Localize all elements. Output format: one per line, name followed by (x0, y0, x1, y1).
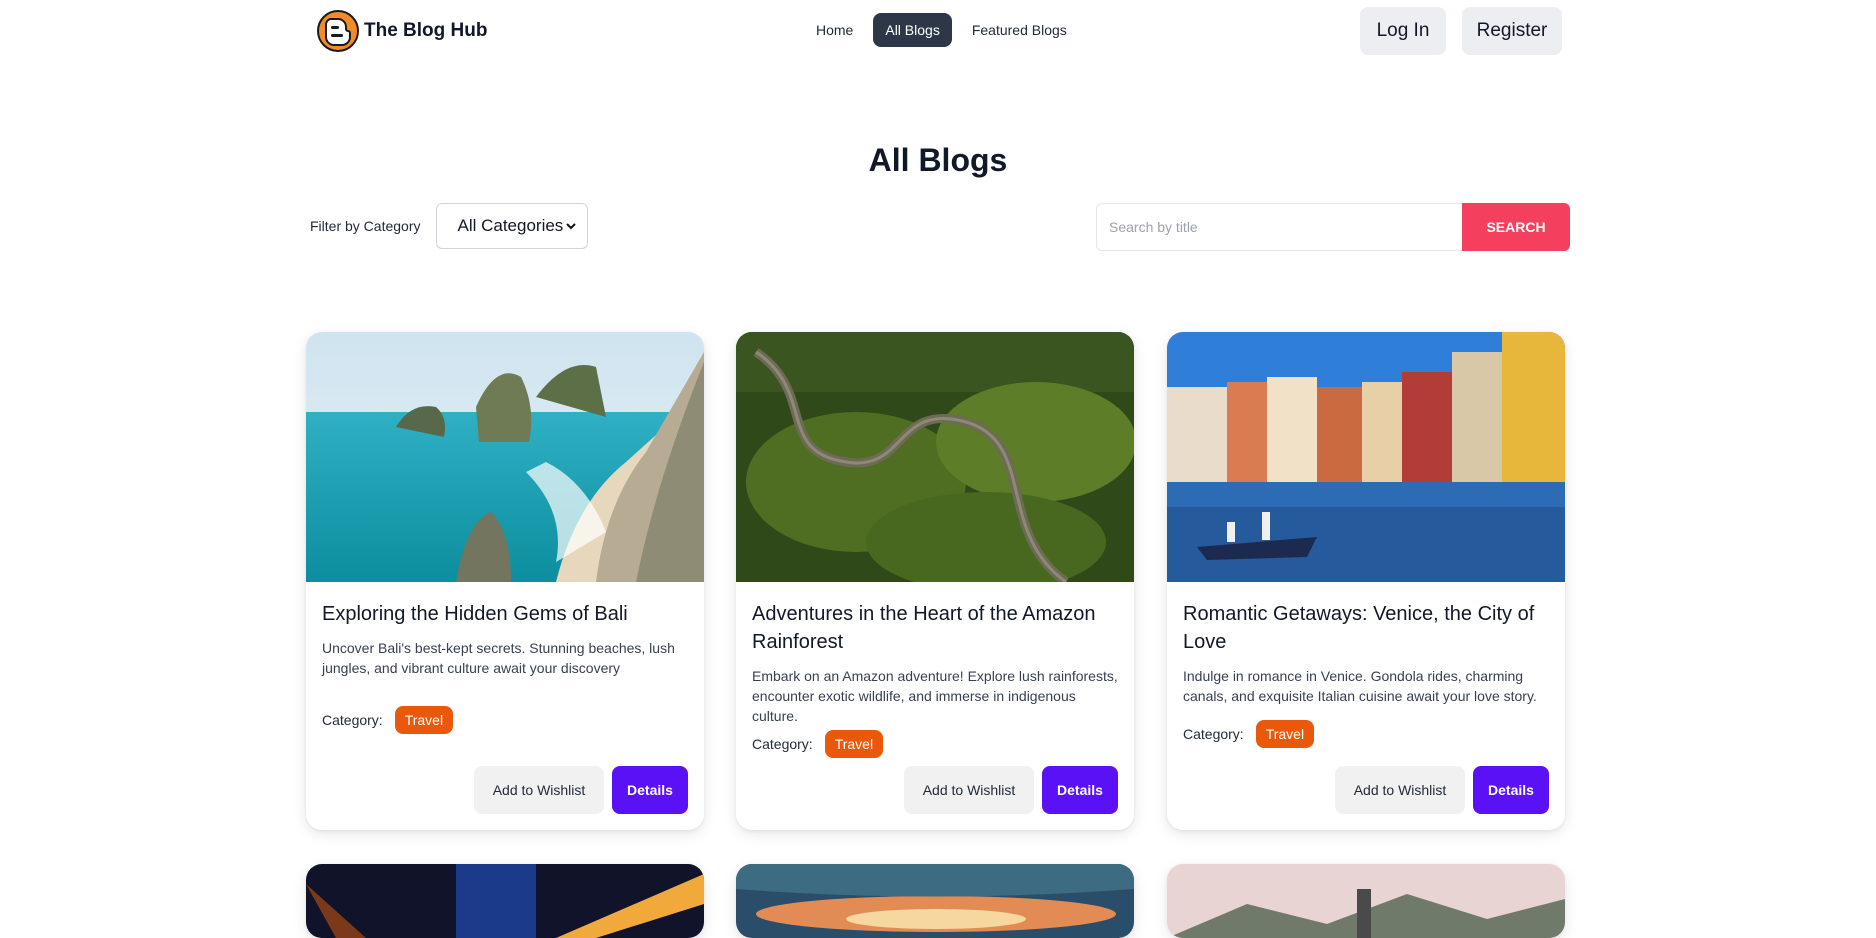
brand-logo[interactable]: The Blog Hub (316, 9, 487, 53)
card-category: Category: Travel (322, 706, 454, 734)
category-badge: Travel (394, 706, 454, 734)
brand-name: The Blog Hub (364, 20, 488, 41)
blog-card (736, 864, 1134, 938)
search-button[interactable]: SEARCH (1462, 203, 1570, 251)
category-label: Category: (1183, 726, 1244, 742)
card-title: Adventures in the Heart of the Amazon Ra… (752, 603, 1096, 653)
card-title: Exploring the Hidden Gems of Bali (322, 603, 628, 625)
page: The Blog Hub Home All Blogs Featured Blo… (0, 0, 1876, 938)
category-label: Category: (752, 736, 813, 752)
chevron-down-icon (566, 223, 577, 230)
details-button[interactable]: Details (612, 766, 688, 814)
nav-home[interactable]: Home (804, 13, 865, 47)
blog-card-image (1167, 332, 1565, 582)
card-title: Romantic Getaways: Venice, the City of L… (1183, 603, 1535, 653)
blog-card-image (736, 332, 1134, 582)
category-badge: Travel (824, 730, 884, 758)
card-body: Adventures in the Heart of the Amazon Ra… (752, 600, 1118, 726)
category-filter: Filter by Category All Categories (310, 203, 589, 249)
main-nav: Home All Blogs Featured Blogs (804, 13, 1079, 47)
blog-card (306, 864, 704, 938)
details-button[interactable]: Details (1473, 766, 1549, 814)
add-to-wishlist-button[interactable]: Add to Wishlist (474, 766, 604, 814)
blog-card-image (736, 864, 1134, 938)
blog-card: Adventures in the Heart of the Amazon Ra… (736, 332, 1134, 830)
nav-all-blogs[interactable]: All Blogs (873, 13, 952, 47)
card-description: Embark on an Amazon adventure! Explore l… (752, 668, 1118, 724)
search-bar: SEARCH (1096, 203, 1570, 251)
search-input[interactable] (1096, 203, 1462, 251)
blog-card-image (1167, 864, 1565, 938)
blog-card: Exploring the Hidden Gems of Bali Uncove… (306, 332, 704, 830)
blog-card-image (306, 864, 704, 938)
category-select[interactable]: All Categories (436, 203, 589, 249)
card-category: Category: Travel (752, 730, 884, 758)
login-button[interactable]: Log In (1360, 7, 1446, 55)
add-to-wishlist-button[interactable]: Add to Wishlist (904, 766, 1034, 814)
details-button[interactable]: Details (1042, 766, 1118, 814)
blog-card-image (306, 332, 704, 582)
card-body: Exploring the Hidden Gems of Bali Uncove… (322, 600, 688, 678)
category-badge: Travel (1255, 720, 1315, 748)
card-actions: Add to Wishlist Details (904, 766, 1118, 814)
card-category: Category: Travel (1183, 720, 1315, 748)
category-select-value: All Categories (457, 216, 564, 235)
page-title: All Blogs (868, 142, 1008, 178)
card-body: Romantic Getaways: Venice, the City of L… (1183, 600, 1549, 706)
card-description: Uncover Bali's best-kept secrets. Stunni… (322, 640, 675, 676)
blog-logo-icon (317, 10, 359, 52)
register-button[interactable]: Register (1462, 7, 1562, 55)
nav-featured-blogs[interactable]: Featured Blogs (960, 13, 1079, 47)
card-description: Indulge in romance in Venice. Gondola ri… (1183, 668, 1537, 704)
blog-card: Romantic Getaways: Venice, the City of L… (1167, 332, 1565, 830)
card-actions: Add to Wishlist Details (1335, 766, 1549, 814)
filter-label: Filter by Category (310, 218, 421, 234)
category-label: Category: (322, 712, 383, 728)
blog-card (1167, 864, 1565, 938)
card-actions: Add to Wishlist Details (474, 766, 688, 814)
auth-buttons: Log In Register (1360, 7, 1562, 55)
add-to-wishlist-button[interactable]: Add to Wishlist (1335, 766, 1465, 814)
